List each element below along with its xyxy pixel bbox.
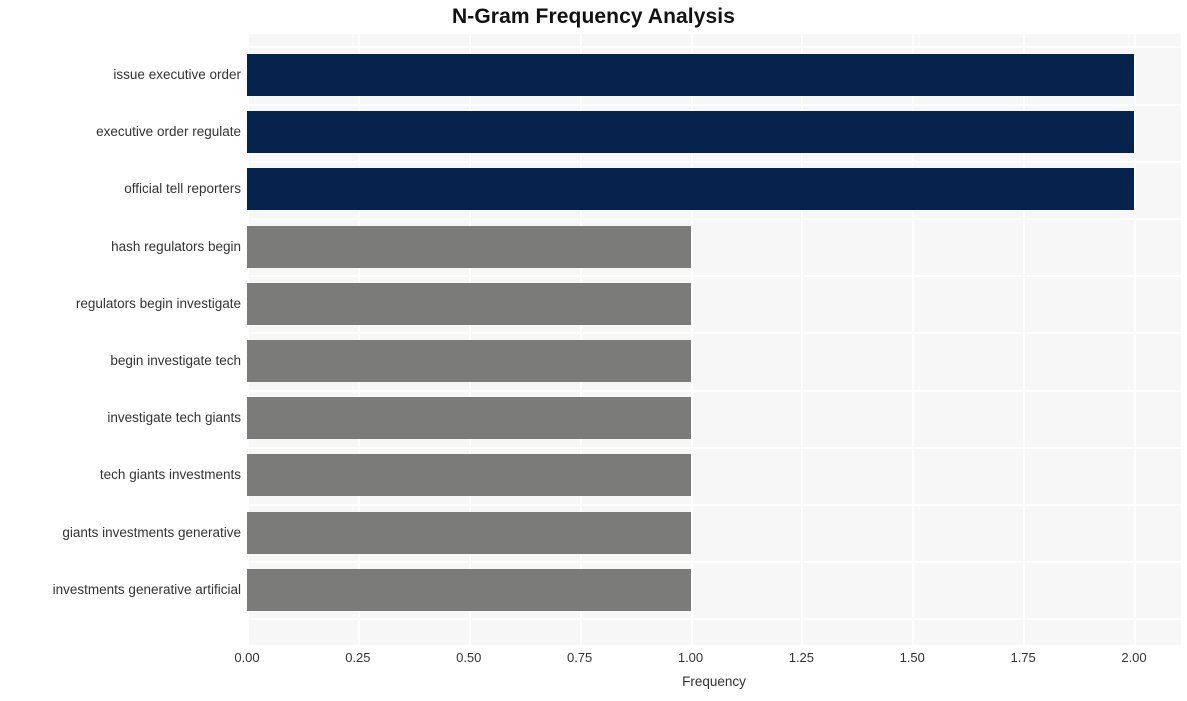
gridline-horizontal [247,561,1181,564]
y-axis-tick-label: tech giants investments [99,467,241,483]
bar [247,397,691,440]
y-axis-tick-labels: issue executive order executive order reg… [0,34,241,645]
y-axis-tick-label: begin investigate tech [110,353,241,368]
bar [247,282,691,325]
gridline-horizontal [247,504,1181,506]
y-axis-tick-label: executive order regulate [96,124,241,140]
chart-figure: N-Gram Frequency Analysis issue executiv… [0,0,1187,701]
gridline-horizontal [247,389,1181,392]
bar [247,454,691,497]
gridline-horizontal [247,160,1181,163]
x-axis-tick-label: 0.00 [234,650,260,665]
y-axis-tick-label: investments generative artificial [52,581,241,597]
bar [247,568,691,611]
gridline-vertical [1134,34,1136,645]
x-axis-title: Frequency [682,674,746,689]
gridline-horizontal [247,46,1181,49]
bar [247,54,1134,96]
plot-area [247,34,1181,645]
bar [247,168,1134,211]
bar [247,511,691,554]
bar [247,340,691,382]
y-axis-tick-label: investigate tech giants [107,410,241,426]
x-axis-tick-label: 1.75 [1010,650,1036,665]
bar [247,225,691,268]
x-axis-tick-label: 0.50 [456,650,482,665]
x-axis-tick-label: 1.00 [677,650,704,665]
x-axis-tick-label: 1.50 [899,650,925,665]
chart-title: N-Gram Frequency Analysis [452,5,735,28]
x-axis-tick-label: 2.00 [1121,650,1147,665]
gridline-horizontal [247,332,1181,335]
y-axis-tick-label: regulators begin investigate [75,295,241,311]
gridline-horizontal [247,446,1181,449]
x-axis-tick-label: 0.25 [345,650,371,665]
y-axis-tick-label: giants investments generative [62,524,241,540]
y-axis-tick-label: official tell reporters [124,181,241,197]
y-axis-tick-label: hash regulators begin [111,238,241,254]
y-axis-tick-label: issue executive order [113,67,241,82]
x-axis-tick-label: 0.75 [566,650,593,665]
x-axis-tick-labels: 0.00 0.25 0.50 0.75 1.00 1.25 1.50 1.75 2.00 [0,650,1187,670]
gridline-horizontal [247,275,1181,278]
gridline-horizontal [247,618,1181,621]
bar [247,111,1134,154]
gridline-horizontal [247,218,1181,220]
x-axis-tick-label: 1.25 [788,650,815,665]
gridline-horizontal [247,103,1181,106]
